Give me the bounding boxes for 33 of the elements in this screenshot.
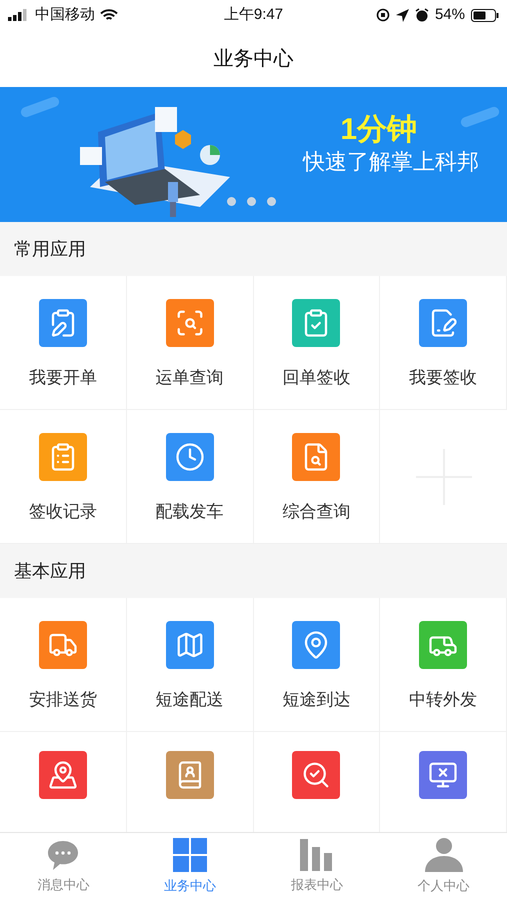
battery-text: 54%	[434, 4, 465, 25]
section-title: 常用应用	[14, 238, 86, 260]
app-tile[interactable]: 运单查询	[126, 276, 254, 410]
orientation-lock-icon	[376, 8, 390, 22]
battery-icon	[470, 8, 499, 22]
app-tile[interactable]: 签收记录	[0, 410, 127, 544]
app-tile[interactable]: 短途到达	[254, 598, 380, 732]
app-tile[interactable]: 配载发车	[126, 410, 254, 544]
banner-subtitle: 快速了解掌上科邦	[303, 151, 479, 173]
app-tile[interactable]: 安排送货	[0, 598, 127, 732]
alarm-icon	[414, 8, 429, 22]
section-title: 基本应用	[14, 560, 86, 582]
app-tile[interactable]	[126, 732, 254, 832]
page-title: 业务中心	[214, 46, 294, 72]
tab[interactable]: 业务中心	[126, 833, 254, 900]
app-tile[interactable]: 我要签收	[380, 276, 507, 410]
person-icon	[424, 838, 463, 872]
carrier-text: 中国移动	[35, 4, 95, 25]
wifi-icon	[100, 8, 118, 22]
app-tile[interactable]: 综合查询	[254, 410, 380, 544]
app-tile[interactable]	[380, 732, 507, 832]
app-tile[interactable]	[254, 732, 380, 832]
app-tile[interactable]: 回单签收	[254, 276, 380, 410]
clock-text: 上午9:47	[224, 4, 284, 25]
app-tile[interactable]	[0, 732, 127, 832]
banner-headline: 1分钟	[340, 115, 418, 145]
app-tile[interactable]: 短途配送	[126, 598, 254, 732]
app-tile[interactable]: 中转外发	[380, 598, 507, 732]
chat-bubble-icon	[46, 838, 80, 871]
app-tile[interactable]: 我要开单	[0, 276, 127, 410]
location-arrow-icon	[396, 8, 409, 22]
grid-icon	[173, 838, 208, 872]
bar-chart-icon	[300, 838, 334, 871]
